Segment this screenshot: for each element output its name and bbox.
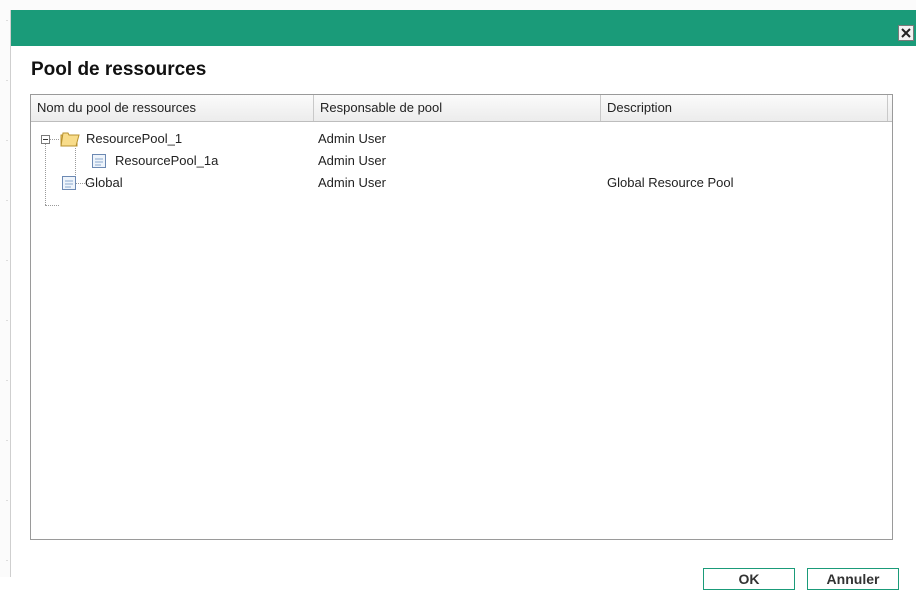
tree-connector (45, 205, 59, 206)
document-icon (62, 176, 76, 190)
column-header-name[interactable]: Nom du pool de ressources (31, 95, 314, 121)
column-header-owner[interactable]: Responsable de pool (314, 95, 601, 121)
column-header-description[interactable]: Description (601, 95, 888, 121)
ok-button[interactable]: OK (703, 568, 795, 590)
background-edge (6, 20, 8, 577)
table-row[interactable]: Global Admin User Global Resource Pool (31, 172, 892, 194)
resource-pool-table: Nom du pool de ressources Responsable de… (30, 94, 893, 540)
collapse-toggle-icon[interactable] (41, 135, 50, 144)
close-icon[interactable] (898, 25, 914, 41)
resource-pool-dialog: Pool de ressources Nom du pool de ressou… (10, 10, 916, 590)
pool-name: Global (85, 175, 123, 190)
cancel-button[interactable]: Annuler (807, 568, 899, 590)
pool-description: Global Resource Pool (607, 175, 734, 190)
dialog-title-bar (11, 10, 916, 46)
table-row[interactable]: ResourcePool_1a Admin User (31, 150, 892, 172)
table-row[interactable]: ResourcePool_1 Admin User (31, 128, 892, 150)
pool-owner: Admin User (318, 153, 386, 168)
pool-name: ResourcePool_1 (86, 131, 183, 146)
folder-icon (60, 132, 80, 147)
document-icon (92, 154, 106, 168)
dialog-title: Pool de ressources (31, 59, 207, 80)
table-header: Nom du pool de ressources Responsable de… (31, 95, 892, 122)
pool-owner: Admin User (318, 175, 386, 190)
pool-owner: Admin User (318, 131, 386, 146)
pool-name: ResourcePool_1a (115, 153, 219, 168)
